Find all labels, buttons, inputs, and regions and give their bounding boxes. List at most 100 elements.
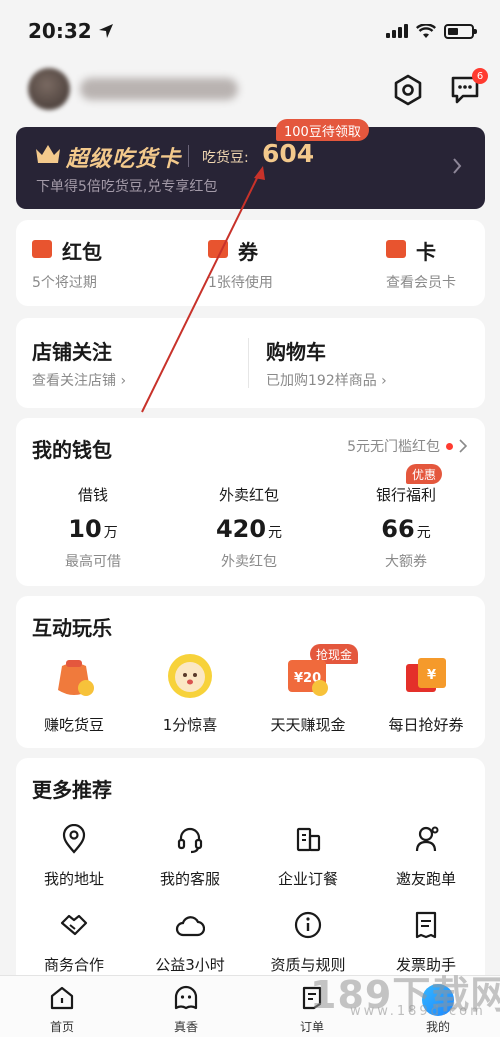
- store-follow-sub: 查看关注店铺 ›: [32, 373, 127, 389]
- wallet-item-sub: 大额券: [385, 554, 427, 570]
- battery-icon: [444, 23, 477, 39]
- profile-header: 6: [0, 62, 500, 124]
- fun-item-earn-beans[interactable]: 赚吃货豆: [14, 650, 134, 735]
- more-item-label: 我的客服: [159, 870, 220, 888]
- red-dot: [446, 442, 453, 450]
- bean-label: 吃货豆:: [202, 150, 249, 166]
- fun-title: 互动玩乐: [32, 616, 112, 640]
- store-cart-card: 店铺关注 查看关注店铺 › 购物车 已加购192样商品 ›: [16, 318, 485, 408]
- wallet-item-label: 外卖红包: [218, 486, 279, 504]
- value-unit: 元: [268, 525, 283, 541]
- fun-item-label: 赚吃货豆: [43, 716, 104, 734]
- avatar[interactable]: [28, 68, 70, 110]
- store-follow-title: 店铺关注: [32, 340, 112, 364]
- ticket-icon: ¥: [406, 658, 446, 692]
- fun-item-label: 天天赚现金: [270, 716, 346, 734]
- more-item-business[interactable]: 商务合作: [14, 910, 134, 975]
- wallet-card: 我的钱包 5元无门槛红包 优惠 借钱 10 万 最高可借 外卖红包 420 元 外卖…: [16, 418, 485, 586]
- tab-zhenxiang[interactable]: 真香: [146, 984, 226, 1035]
- quick-link-sub: 查看会员卡: [386, 275, 456, 291]
- smile-icon: [174, 985, 198, 1010]
- fun-item-earn-cash[interactable]: ¥20 天天赚现金: [248, 650, 368, 735]
- more-item-charity[interactable]: 公益3小时: [130, 910, 250, 975]
- red-packet-icon: [32, 240, 52, 258]
- wifi-icon: [416, 23, 436, 38]
- quick-link-title: 红包: [62, 240, 102, 264]
- more-title: 更多推荐: [32, 778, 112, 802]
- more-item-label: 我的地址: [43, 870, 104, 888]
- home-icon: [50, 986, 74, 1010]
- messages-button[interactable]: 6: [448, 68, 488, 106]
- signal-icon: [386, 24, 408, 38]
- wallet-item-value: 66 元: [341, 515, 471, 543]
- value-unit: 元: [416, 525, 431, 541]
- chevron-right-icon: [459, 439, 467, 453]
- fun-item-daily-coupon[interactable]: ¥ 每日抢好券: [366, 650, 486, 735]
- claim-beans-tag[interactable]: 100豆待领取: [276, 119, 369, 141]
- more-item-invite-rider[interactable]: 邀友跑单: [366, 824, 486, 889]
- invoice-icon: [415, 911, 437, 939]
- wallet-item-value: 420 元: [184, 515, 314, 543]
- settings-hexagon-icon[interactable]: [392, 74, 424, 106]
- wallet-link-text: 5元无门槛红包: [347, 439, 440, 455]
- more-item-address[interactable]: 我的地址: [14, 823, 134, 889]
- building-icon: [296, 827, 321, 852]
- wallet-item-loan[interactable]: 借钱 10 万 最高可借: [28, 484, 158, 571]
- username-blurred[interactable]: [80, 78, 238, 100]
- wallet-item-red-packets[interactable]: 外卖红包 420 元 外卖红包: [184, 484, 314, 571]
- quick-link-title: 卡: [416, 240, 436, 264]
- wallet-item-sub: 最高可借: [65, 554, 121, 570]
- crown-icon: [36, 145, 60, 163]
- more-item-enterprise[interactable]: 企业订餐: [248, 824, 368, 889]
- headset-icon: [177, 827, 203, 854]
- message-count-badge: 6: [472, 68, 488, 84]
- wallet-item-value: 10 万: [28, 515, 158, 543]
- value-unit: 万: [103, 525, 118, 541]
- wallet-coupon-link[interactable]: 5元无门槛红包: [347, 436, 467, 456]
- tab-label: 我的: [425, 1020, 450, 1034]
- wallet-item-bank-benefits[interactable]: 银行福利 66 元 大额券: [341, 484, 471, 571]
- tab-label: 订单: [299, 1020, 324, 1034]
- cart-title: 购物车: [266, 340, 326, 364]
- wallet-item-label: 借钱: [77, 486, 108, 504]
- divider: [248, 338, 249, 388]
- wallet-item-sub: 外卖红包: [221, 554, 277, 570]
- site-watermark-url: www.189d.com: [350, 1004, 486, 1019]
- more-item-label: 企业订餐: [277, 870, 338, 888]
- super-card-title: 超级吃货卡: [66, 147, 182, 172]
- time-text: 20:32: [28, 19, 92, 43]
- divider: [188, 145, 189, 167]
- surprise-face-icon: [168, 654, 212, 698]
- cash-coupon-icon: ¥20: [288, 660, 328, 696]
- more-item-label: 公益3小时: [155, 956, 225, 974]
- tab-home[interactable]: 首页: [22, 984, 102, 1035]
- super-foodie-card[interactable]: 超级吃货卡 吃货豆: 604 100豆待领取 下单得5倍吃货豆,兑专享红包: [16, 119, 485, 209]
- value-number: 66: [381, 515, 415, 543]
- tab-label: 首页: [49, 1020, 74, 1034]
- fun-item-label: 1分惊喜: [162, 716, 218, 734]
- status-bar: 20:32: [0, 0, 500, 62]
- wallet-title: 我的钱包: [32, 438, 112, 462]
- value-number: 10: [68, 515, 102, 543]
- tab-label: 真香: [173, 1020, 198, 1034]
- value-number: 420: [215, 515, 267, 543]
- fun-item-surprise[interactable]: 1分惊喜: [130, 650, 250, 735]
- handshake-icon: [60, 914, 88, 936]
- status-time: 20:32: [28, 19, 114, 43]
- more-item-service[interactable]: 我的客服: [130, 824, 250, 889]
- more-recommend-card: 更多推荐 我的地址 我的客服 企业订餐 邀友跑单 商务合作 公益3小时 资质与规…: [16, 758, 485, 988]
- location-pin-icon: [62, 823, 86, 854]
- card-icon: [386, 240, 406, 258]
- rider-icon: [415, 826, 439, 852]
- wallet-item-label: 银行福利: [375, 486, 436, 504]
- coupon-icon: [208, 240, 228, 258]
- quick-link-sub: 1张待使用: [208, 275, 273, 291]
- svg-text:¥: ¥: [427, 668, 436, 683]
- cart-sub: 已加购192样商品 ›: [266, 373, 387, 389]
- interactive-fun-card: 互动玩乐 抢现金 赚吃货豆 1分惊喜 ¥20 天天赚现金 ¥ 每日抢好券: [16, 596, 485, 748]
- cloud-icon: [175, 916, 206, 937]
- bean-bag-icon: [58, 660, 94, 696]
- location-arrow-icon: [98, 24, 113, 38]
- quick-links-card: 红包 5个将过期 券 1张待使用 卡 查看会员卡: [16, 220, 485, 306]
- quick-link-sub: 5个将过期: [32, 275, 97, 291]
